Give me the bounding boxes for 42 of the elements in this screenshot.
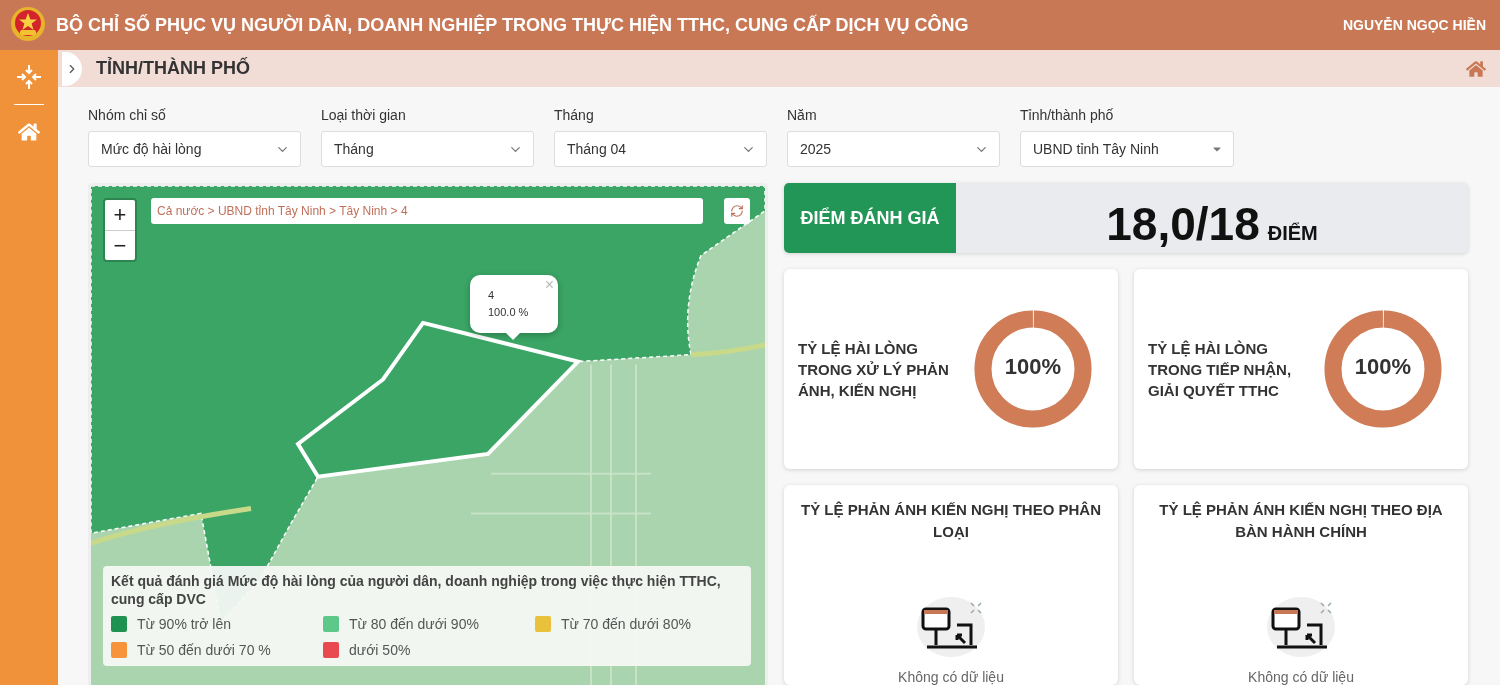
rate-title: TỶ LỆ HÀI LÒNG TRONG TIẾP NHẬN, GIẢI QUYẾT TTHC — [1148, 338, 1293, 401]
filter-label: Tháng — [554, 107, 595, 123]
legend-label: Từ 80 đến dưới 90% — [349, 616, 479, 632]
filter-label: Nhóm chỉ số — [88, 107, 167, 123]
empty-message: Không có dữ liệu — [898, 669, 1004, 685]
score-unit: ĐIỂM — [1267, 222, 1318, 245]
legend-label: Từ 70 đến dưới 80% — [561, 616, 691, 632]
filter-select[interactable]: 2025 — [787, 131, 1000, 167]
filter-select[interactable]: UBND tỉnh Tây Ninh — [1020, 131, 1234, 167]
arrows-icon — [16, 64, 42, 90]
filter-select[interactable]: Mức độ hài lòng — [88, 131, 301, 167]
filter-label: Năm — [787, 107, 818, 123]
card-title: TỶ LỆ PHẢN ÁNH KIẾN NGHỊ THEO ĐỊA BÀN HÀNH CHÍNH — [1158, 500, 1444, 542]
filter-select[interactable]: Tháng 04 — [554, 131, 767, 167]
filter-label: Tỉnh/thành phố — [1020, 107, 1115, 123]
rate-title: TỶ LỆ HÀI LÒNG TRONG XỬ LÝ PHẢN ÁNH, KIẾN NGHỊ — [798, 338, 950, 401]
breadcrumb: Cả nước > UBND tỉnh Tây Ninh > Tây Ninh > 4 — [151, 198, 703, 224]
zoom-in-button[interactable]: + — [105, 200, 135, 230]
popup-name: 4 — [488, 289, 495, 301]
legend-label: Từ 50 đến dưới 70 % — [137, 642, 271, 658]
filter-select[interactable]: Tháng — [321, 131, 534, 167]
zoom-out-button[interactable]: − — [105, 230, 135, 260]
collapse-button[interactable] — [14, 62, 44, 92]
legend-title: Kết quả đánh giá Mức độ hài lòng của người dân, doanh nghiệp trong việc thực hiện TTHC, cung cấp DVC — [111, 572, 722, 608]
empty-message: Không có dữ liệu — [1248, 669, 1354, 685]
home-icon — [18, 121, 40, 143]
page-title: TỈNH/THÀNH PHỐ — [96, 58, 251, 79]
emblem-logo — [10, 6, 46, 44]
score-value: 18,0/18 — [1106, 197, 1260, 251]
refresh-icon — [730, 204, 744, 218]
popup-value: 100.0 % — [488, 306, 529, 318]
card-title: TỶ LỆ PHẢN ÁNH KIẾN NGHỊ THEO PHÂN LOẠI — [800, 500, 1102, 542]
refresh-button[interactable] — [724, 198, 750, 224]
score-label: ĐIỂM ĐÁNH GIÁ — [784, 183, 956, 253]
donut-reading: 100% — [1003, 354, 1063, 380]
expand-toggle[interactable] — [62, 51, 82, 86]
app-title: BỘ CHỈ SỐ PHỤC VỤ NGƯỜI DÂN, DOANH NGHIỆP TRONG THỰC HIỆN TTHC, CUNG CẤP DỊCH VỤ CÔNG — [56, 14, 970, 36]
legend-label: Từ 90% trở lên — [137, 616, 232, 632]
donut-reading: 100% — [1353, 354, 1413, 380]
home-icon[interactable] — [1466, 58, 1486, 79]
filter-label: Loại thời gian — [321, 107, 407, 123]
legend-label: dưới 50% — [349, 642, 411, 658]
